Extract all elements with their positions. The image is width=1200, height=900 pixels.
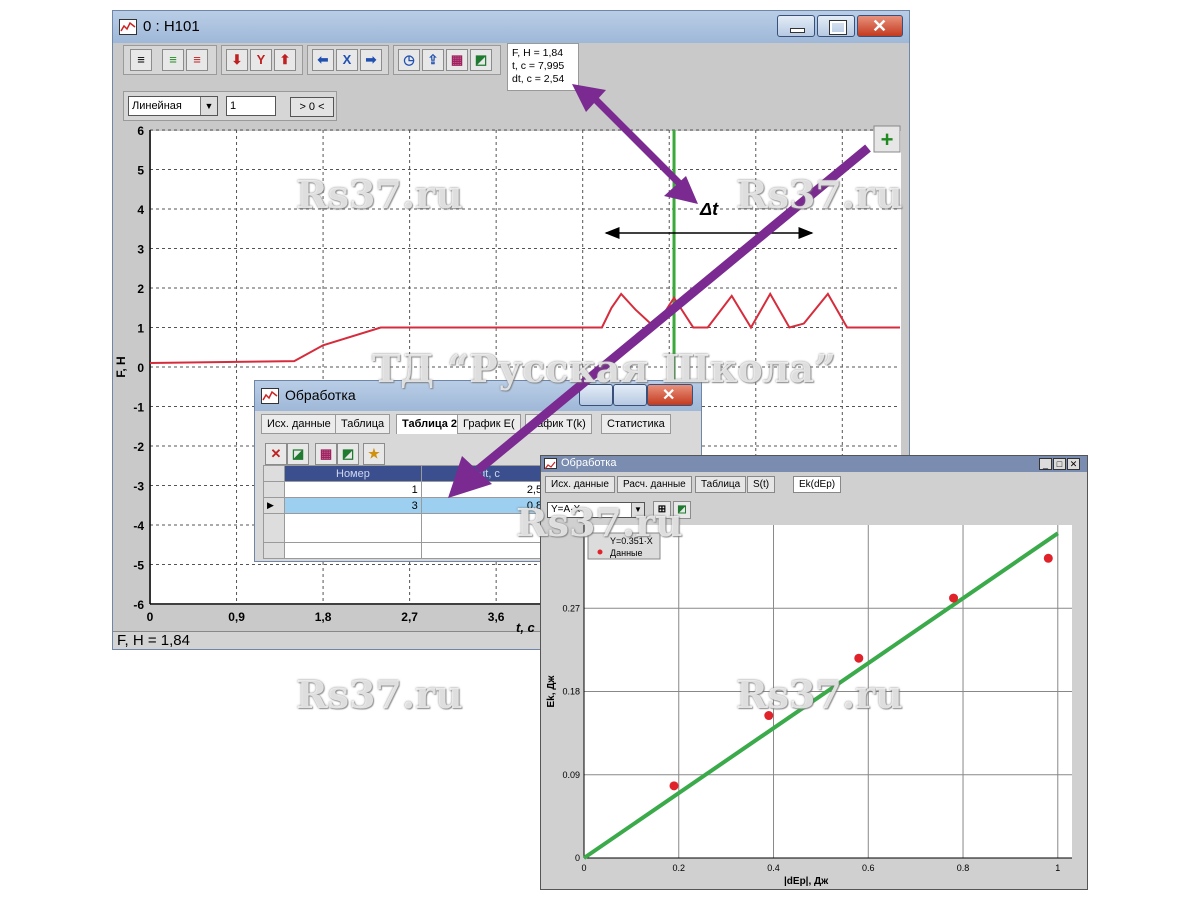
- purple-double-arrow: [572, 84, 698, 204]
- annotation-overlay: Δt +: [448, 84, 901, 498]
- delta-t-label: Δt: [699, 199, 719, 219]
- add-plus-button[interactable]: +: [873, 125, 901, 153]
- plus-icon: +: [881, 127, 894, 152]
- watermark: Rs37.ru: [516, 500, 683, 545]
- watermark: Rs37.ru: [736, 672, 903, 717]
- watermark: Rs37.ru: [736, 172, 903, 217]
- watermark: ТД “Русская Школа”: [372, 346, 836, 391]
- watermark: Rs37.ru: [296, 172, 463, 217]
- watermark: Rs37.ru: [296, 672, 463, 717]
